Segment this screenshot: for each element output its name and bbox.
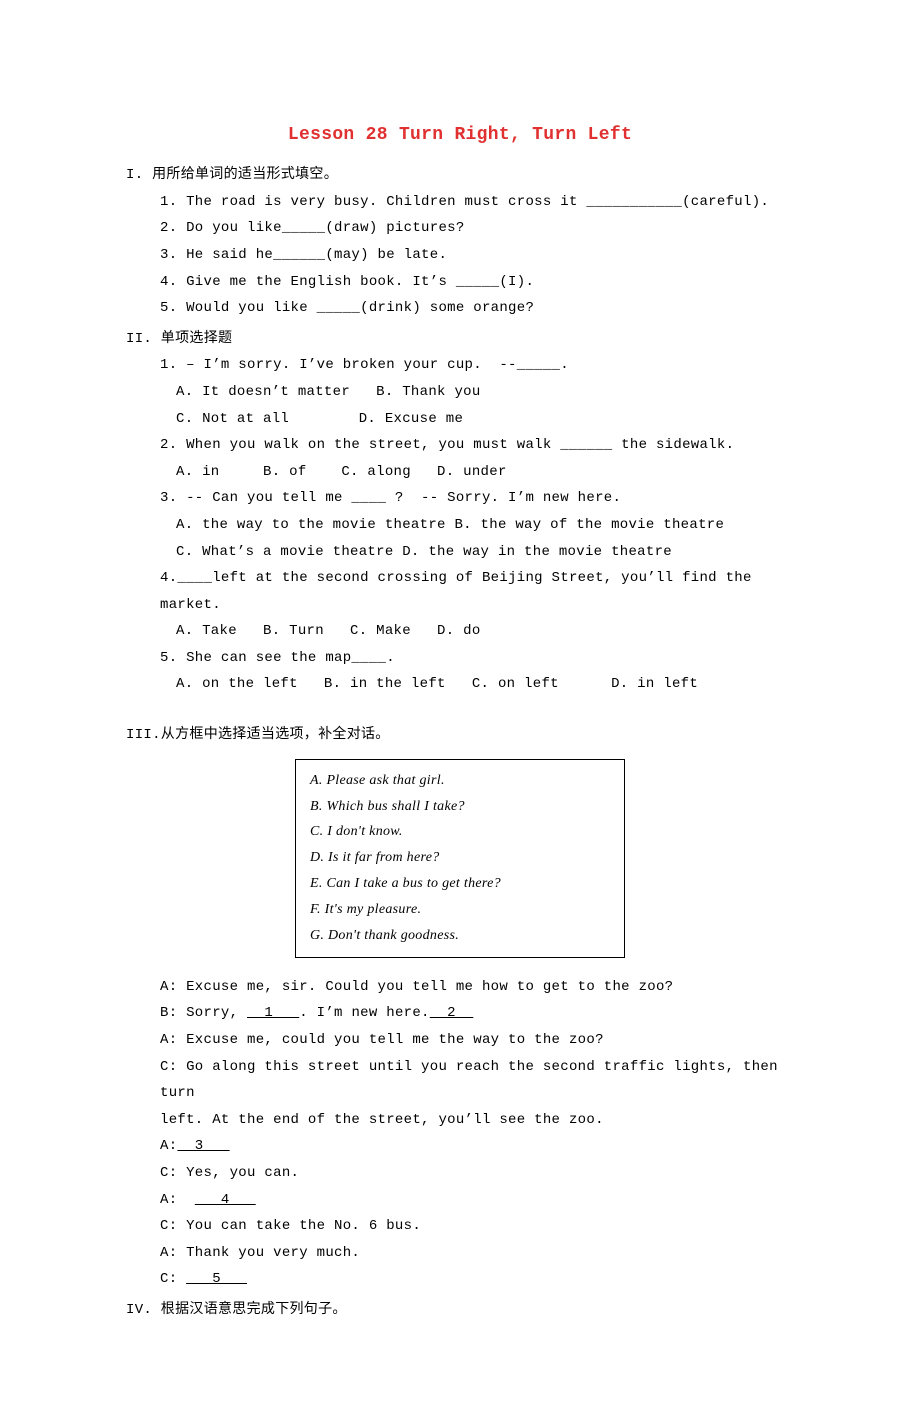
dialog-line-2a: B: Sorry, bbox=[160, 1005, 247, 1021]
sec1-q3: 3. He said he______(may) be late. bbox=[160, 242, 794, 269]
sec1-q5: 5. Would you like _____(drink) some oran… bbox=[160, 295, 794, 322]
option-e: E. Can I take a bus to get there? bbox=[310, 871, 610, 897]
sec2-q4-opts: A. Take B. Turn C. Make D. do bbox=[176, 618, 794, 645]
option-f: F. It's my pleasure. bbox=[310, 897, 610, 923]
dialog-line-8: A: 4 bbox=[160, 1187, 794, 1214]
dialog-line-2: B: Sorry, 1 . I’m new here. 2 bbox=[160, 1000, 794, 1027]
option-g: G. Don't thank goodness. bbox=[310, 923, 610, 949]
section1-heading: I. 用所给单词的适当形式填空。 bbox=[126, 162, 794, 189]
sec2-q2-opts: A. in B. of C. along D. under bbox=[176, 459, 794, 486]
option-b: B. Which bus shall I take? bbox=[310, 794, 610, 820]
sec2-q1-opts-b: C. Not at all D. Excuse me bbox=[176, 406, 794, 433]
sec1-q1: 1. The road is very busy. Children must … bbox=[160, 189, 794, 216]
dialog-line-6: A: 3 bbox=[160, 1133, 794, 1160]
options-box: A. Please ask that girl. B. Which bus sh… bbox=[295, 759, 625, 958]
sec1-q4: 4. Give me the English book. It’s _____(… bbox=[160, 269, 794, 296]
sec2-q1-opts-a: A. It doesn’t matter B. Thank you bbox=[176, 379, 794, 406]
blank-3: 3 bbox=[177, 1138, 229, 1154]
blank-1: 1 bbox=[247, 1005, 299, 1021]
sec2-q3-opts-a: A. the way to the movie theatre B. the w… bbox=[176, 512, 794, 539]
dialog-line-9: C: You can take the No. 6 bus. bbox=[160, 1213, 794, 1240]
dialog-line-3: A: Excuse me, could you tell me the way … bbox=[160, 1027, 794, 1054]
dialog-line-10: A: Thank you very much. bbox=[160, 1240, 794, 1267]
dialog-line-5: left. At the end of the street, you’ll s… bbox=[160, 1107, 794, 1134]
option-d: D. Is it far from here? bbox=[310, 845, 610, 871]
blank-5: 5 bbox=[186, 1271, 247, 1287]
sec2-q3: 3. -- Can you tell me ____ ? -- Sorry. I… bbox=[160, 485, 794, 512]
dialog-line-2b: . I’m new here. bbox=[299, 1005, 430, 1021]
sec2-q1: 1. – I’m sorry. I’ve broken your cup. --… bbox=[160, 352, 794, 379]
blank-2: 2 bbox=[430, 1005, 474, 1021]
section3-heading: III.从方框中选择适当选项，补全对话。 bbox=[126, 722, 794, 749]
dialog-line-11a: C: bbox=[160, 1271, 186, 1287]
dialog-line-7: C: Yes, you can. bbox=[160, 1160, 794, 1187]
sec2-q5: 5. She can see the map____. bbox=[160, 645, 794, 672]
dialog-line-8a: A: bbox=[160, 1192, 195, 1208]
worksheet-page: Lesson 28 Turn Right, Turn Left I. 用所给单词… bbox=[0, 0, 920, 1424]
section4-heading: IV. 根据汉语意思完成下列句子。 bbox=[126, 1297, 794, 1324]
option-c: C. I don't know. bbox=[310, 819, 610, 845]
blank-4: 4 bbox=[195, 1192, 256, 1208]
section2-heading: II. 单项选择题 bbox=[126, 326, 794, 353]
dialog-line-11: C: 5 bbox=[160, 1266, 794, 1293]
dialog-line-4: C: Go along this street until you reach … bbox=[160, 1054, 794, 1107]
sec1-q2: 2. Do you like_____(draw) pictures? bbox=[160, 215, 794, 242]
sec2-q3-opts-b: C. What’s a movie theatre D. the way in … bbox=[176, 539, 794, 566]
option-a: A. Please ask that girl. bbox=[310, 768, 610, 794]
sec2-q2: 2. When you walk on the street, you must… bbox=[160, 432, 794, 459]
lesson-title: Lesson 28 Turn Right, Turn Left bbox=[126, 118, 794, 152]
dialog-line-6a: A: bbox=[160, 1138, 177, 1154]
sec2-q4: 4.____left at the second crossing of Bei… bbox=[160, 565, 794, 618]
sec2-q5-opts: A. on the left B. in the left C. on left… bbox=[176, 671, 794, 698]
dialog-line-1: A: Excuse me, sir. Could you tell me how… bbox=[160, 974, 794, 1001]
